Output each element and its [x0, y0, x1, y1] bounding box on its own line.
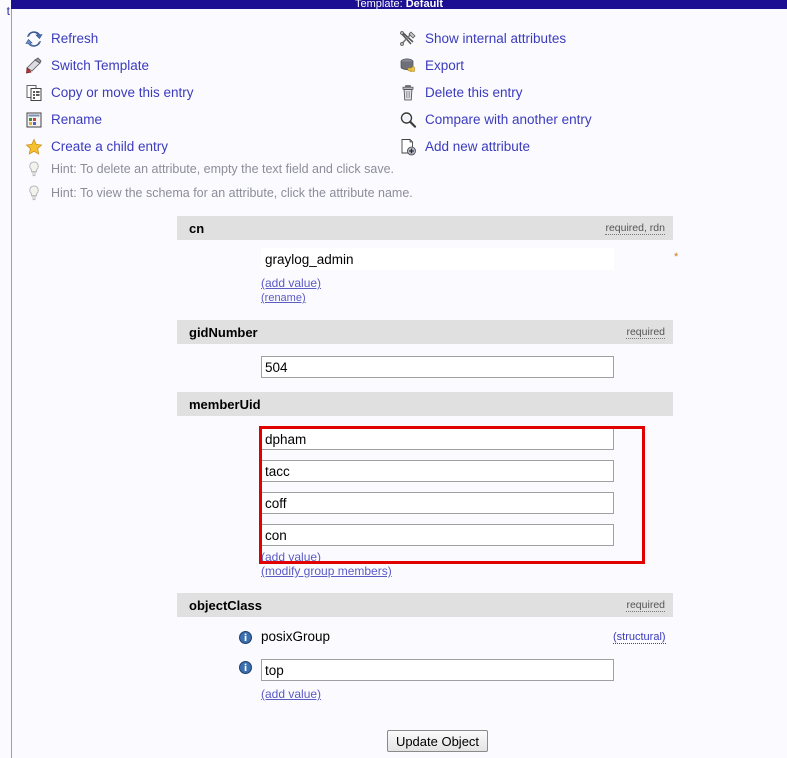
memberuid-add-value-link[interactable]: (add value) [261, 550, 321, 564]
lightbulb-icon [25, 184, 43, 202]
action-switch-template-label: Switch Template [51, 58, 150, 73]
memberuid-value-input-2[interactable] [261, 460, 614, 482]
attribute-name-cn[interactable]: cn [189, 221, 204, 236]
attribute-body-memberuid: (add value) (modify group members) [177, 416, 673, 616]
action-switch-template[interactable]: Switch Template [25, 54, 149, 77]
attribute-header-cn: cn required, rdn [177, 216, 673, 240]
lightbulb-icon [25, 160, 43, 178]
attribute-block-objectclass: objectClass required posixGroup (structu… [177, 593, 673, 717]
magnifier-icon [399, 111, 417, 129]
attribute-body-objectclass: posixGroup (structural) (add value) [177, 617, 673, 717]
rename-icon [25, 111, 43, 129]
template-bar: Template: Default [11, 0, 787, 9]
tools-icon [399, 30, 417, 48]
refresh-icon [25, 30, 43, 48]
cn-required-mark: * [674, 251, 679, 263]
action-copy-move[interactable]: Copy or move this entry [25, 81, 194, 104]
action-export[interactable]: Export [399, 54, 464, 77]
update-object-button[interactable]: Update Object [387, 730, 488, 752]
memberuid-value-input-4[interactable] [261, 524, 614, 546]
objectclass-value-input-top[interactable] [261, 659, 614, 681]
objectclass-add-value-link[interactable]: (add value) [261, 687, 321, 701]
objectclass-value-posixgroup: posixGroup [261, 629, 331, 644]
copy-move-icon [25, 84, 43, 102]
hint-view-schema: Hint: To view the schema for an attribut… [25, 182, 413, 204]
attribute-name-objectclass[interactable]: objectClass [189, 598, 262, 613]
action-add-attribute[interactable]: Add new attribute [399, 135, 530, 158]
attribute-flags-cn: required, rdn [605, 221, 665, 235]
info-icon[interactable] [239, 631, 252, 644]
action-rename[interactable]: Rename [25, 108, 102, 131]
attribute-flags-objectclass: required [626, 598, 665, 612]
star-icon [25, 138, 43, 156]
action-create-child-entry-label: Create a child entry [51, 139, 169, 154]
action-copy-move-label: Copy or move this entry [51, 85, 194, 100]
action-create-child-entry[interactable]: Create a child entry [25, 135, 168, 158]
attribute-block-memberuid: memberUid (add value) (modify group memb… [177, 392, 673, 616]
attribute-body-cn: * (add value) (rename) [177, 240, 678, 320]
cn-value-input[interactable] [261, 248, 614, 270]
attribute-block-cn: cn required, rdn * (add value) (rename) [177, 216, 678, 320]
switch-template-icon [25, 56, 43, 75]
hint-delete-attribute-text: Hint: To delete an attribute, empty the … [51, 162, 395, 176]
attribute-header-objectclass: objectClass required [177, 593, 673, 617]
objectclass-structural-flag[interactable]: (structural) [613, 631, 666, 644]
action-show-internal-attributes[interactable]: Show internal attributes [399, 27, 566, 50]
template-bar-value: Default [405, 0, 444, 9]
memberuid-value-input-1[interactable] [261, 428, 614, 450]
action-compare-entry[interactable]: Compare with another entry [399, 108, 592, 131]
action-export-label: Export [425, 58, 465, 73]
action-refresh[interactable]: Refresh [25, 27, 98, 50]
action-delete-entry-label: Delete this entry [425, 85, 523, 100]
action-rename-label: Rename [51, 112, 103, 127]
template-bar-label: Template: [354, 0, 406, 9]
gidnumber-value-input[interactable] [261, 356, 614, 378]
left-truncated-text: t [6, 4, 10, 18]
action-delete-entry[interactable]: Delete this entry [399, 81, 523, 104]
attribute-block-gidnumber: gidNumber required [177, 320, 673, 392]
attribute-header-memberuid: memberUid [177, 392, 673, 416]
info-icon[interactable] [239, 661, 252, 674]
trash-icon [399, 84, 417, 102]
memberuid-modify-group-members-link[interactable]: (modify group members) [261, 564, 392, 578]
attribute-name-memberuid[interactable]: memberUid [189, 397, 261, 412]
attribute-header-gidnumber: gidNumber required [177, 320, 673, 344]
cn-rename-link[interactable]: (rename) [261, 291, 306, 305]
add-attr-icon [399, 138, 417, 156]
attribute-body-gidnumber [177, 344, 673, 392]
cn-add-value-link[interactable]: (add value) [261, 276, 321, 290]
hint-delete-attribute: Hint: To delete an attribute, empty the … [25, 158, 394, 180]
hint-view-schema-text: Hint: To view the schema for an attribut… [51, 186, 413, 200]
export-icon [399, 57, 417, 75]
attribute-flags-gidnumber: required [626, 325, 665, 339]
action-add-attribute-label: Add new attribute [425, 139, 531, 154]
action-show-internal-attributes-label: Show internal attributes [425, 31, 567, 46]
entry-editor-pane: Refresh Switch Template Copy or move thi… [12, 9, 787, 758]
attribute-name-gidnumber[interactable]: gidNumber [189, 325, 258, 340]
memberuid-value-input-3[interactable] [261, 492, 614, 514]
action-compare-entry-label: Compare with another entry [425, 112, 592, 127]
action-refresh-label: Refresh [51, 31, 99, 46]
